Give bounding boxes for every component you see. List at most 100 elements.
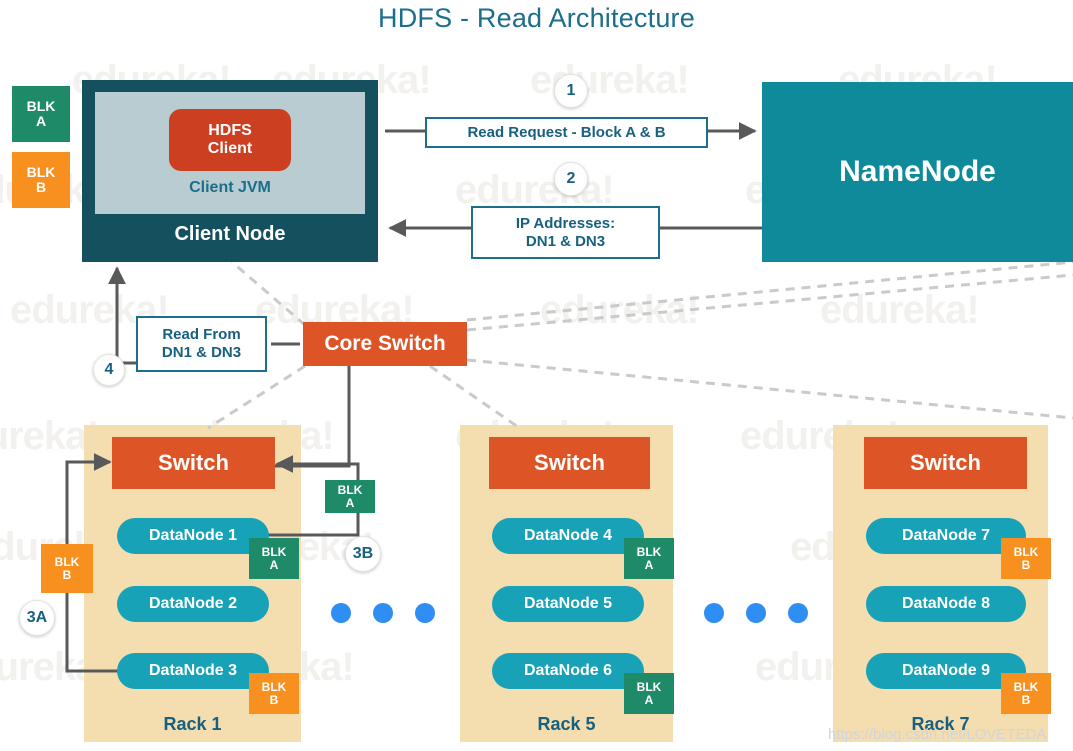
blk-line2: B xyxy=(269,692,279,707)
client-node-label: Client Node xyxy=(174,223,286,245)
namenode[interactable]: NameNode xyxy=(762,82,1073,262)
ellipsis-dot xyxy=(415,603,435,623)
dashed-core-to-rack5-switch xyxy=(429,364,519,429)
datanode-label: DataNode 9 xyxy=(901,662,991,679)
pending-block-b: BLK B xyxy=(12,152,70,208)
blk-line1: BLK xyxy=(636,544,662,559)
rack1-switch[interactable]: Switch xyxy=(112,437,275,489)
ellipsis-dot xyxy=(746,603,766,623)
step-badge-label: 2 xyxy=(566,170,576,187)
datanode-label: DataNode 7 xyxy=(901,527,991,544)
blk-line1: BLK xyxy=(26,98,56,115)
rack7-switch[interactable]: Switch xyxy=(864,437,1027,489)
hdfs-client-line1: HDFS xyxy=(208,121,252,139)
step-badge-label: 3A xyxy=(26,609,48,626)
blk-line2: A xyxy=(644,557,654,572)
datanode-label: DataNode 5 xyxy=(523,595,613,612)
blk-line1: BLK xyxy=(337,482,363,497)
rack-label: Rack 1 xyxy=(163,714,222,734)
step-badge-3b: 3B xyxy=(345,536,381,572)
pending-block-a: BLK A xyxy=(12,86,70,142)
datanode-label: DataNode 3 xyxy=(148,662,238,679)
blk-line1: BLK xyxy=(1013,679,1039,694)
blk-b-transit-rack1: BLK B xyxy=(41,544,93,593)
client-node[interactable]: HDFS Client Client JVM Client Node xyxy=(82,80,378,262)
callout-line2: DN1 & DN3 xyxy=(525,232,606,250)
page-title: HDFS - Read Architecture xyxy=(378,3,695,33)
datanode-label: DataNode 1 xyxy=(148,527,238,544)
watermark-text: edureka! xyxy=(530,58,690,102)
block-on-datanode-6: BLK A xyxy=(624,673,674,714)
dashed-core-to-namenode-upper xyxy=(466,260,1073,322)
blk-line1: BLK xyxy=(26,164,56,181)
wire-read-from-to-client xyxy=(108,266,137,365)
blk-line2: A xyxy=(345,495,355,510)
blk-line2: A xyxy=(269,557,279,572)
hdfs-client[interactable]: HDFS Client xyxy=(169,109,291,171)
ellipsis-right xyxy=(704,603,808,623)
step-badge-1: 1 xyxy=(554,74,588,108)
hdfs-client-line2: Client xyxy=(207,140,253,157)
blk-line1: BLK xyxy=(54,554,80,569)
ellipsis-dot xyxy=(331,603,351,623)
rack-switch-label: Switch xyxy=(910,450,981,475)
blk-line1: BLK xyxy=(261,679,287,694)
rack5-switch[interactable]: Switch xyxy=(489,437,650,489)
datanode-label: DataNode 2 xyxy=(148,595,238,612)
watermark-text: edureka! xyxy=(540,288,700,332)
datanode-3[interactable]: DataNode 3 xyxy=(117,653,269,689)
dashed-core-to-rack1-switch xyxy=(207,364,306,430)
block-on-datanode-1: BLK A xyxy=(249,538,299,579)
datanode-label: DataNode 8 xyxy=(901,595,991,612)
client-jvm: HDFS Client Client JVM xyxy=(95,92,365,214)
step-badge-3a: 3A xyxy=(19,600,55,636)
rack-switch-label: Switch xyxy=(158,450,229,475)
watermark-text: edureka! xyxy=(820,288,980,332)
step-badge-label: 3B xyxy=(352,545,374,562)
blk-line2: A xyxy=(35,113,47,129)
datanode-1[interactable]: DataNode 1 xyxy=(117,518,269,554)
block-on-datanode-9: BLK B xyxy=(1001,673,1051,714)
callout-ip-addresses: IP Addresses: DN1 & DN3 xyxy=(471,206,660,259)
callout-line1: Read From xyxy=(162,326,241,343)
client-jvm-label: Client JVM xyxy=(189,179,271,196)
blk-line2: B xyxy=(62,567,72,582)
blk-a-transit-rack1: BLK A xyxy=(325,480,375,513)
hdfs-read-architecture-diagram: edureka! edureka! edureka! edureka! edur… xyxy=(0,0,1073,751)
callout-read-request: Read Request - Block A & B xyxy=(425,117,708,148)
rack-label: Rack 5 xyxy=(537,714,596,734)
callout-line1: IP Addresses: xyxy=(515,214,616,232)
blk-line2: A xyxy=(644,692,654,707)
block-on-datanode-4: BLK A xyxy=(624,538,674,579)
blk-line2: B xyxy=(35,179,47,195)
core-switch-label: Core Switch xyxy=(324,332,446,355)
namenode-label: NameNode xyxy=(839,155,996,188)
datanode-2[interactable]: DataNode 2 xyxy=(117,586,269,622)
step-badge-4: 4 xyxy=(93,354,125,386)
ellipsis-dot xyxy=(788,603,808,623)
datanode-4[interactable]: DataNode 4 xyxy=(492,518,644,554)
core-switch[interactable]: Core Switch xyxy=(303,322,467,366)
step-badge-2: 2 xyxy=(554,162,588,196)
ellipsis-dot xyxy=(704,603,724,623)
block-on-datanode-7: BLK B xyxy=(1001,538,1051,579)
callout-line2: DN1 & DN3 xyxy=(161,344,242,361)
step-badge-label: 4 xyxy=(104,361,114,378)
dashed-core-to-namenode xyxy=(466,273,1073,332)
rack-switch-label: Switch xyxy=(534,450,605,475)
blk-line1: BLK xyxy=(636,679,662,694)
datanode-5[interactable]: DataNode 5 xyxy=(492,586,644,622)
blk-line1: BLK xyxy=(261,544,287,559)
datanode-label: DataNode 6 xyxy=(523,662,613,679)
blk-line1: BLK xyxy=(1013,544,1039,559)
ellipsis-left xyxy=(331,603,435,623)
datanode-label: DataNode 4 xyxy=(523,527,613,544)
step-badge-label: 1 xyxy=(566,82,576,99)
source-watermark: https://blog.csdn.net/LOVETEDA xyxy=(828,726,1047,743)
blk-line2: B xyxy=(1021,557,1031,572)
block-on-datanode-3: BLK B xyxy=(249,673,299,714)
datanode-8[interactable]: DataNode 8 xyxy=(866,586,1026,622)
callout-read-from: Read From DN1 & DN3 xyxy=(136,316,267,372)
blk-line2: B xyxy=(1021,692,1031,707)
datanode-6[interactable]: DataNode 6 xyxy=(492,653,644,689)
